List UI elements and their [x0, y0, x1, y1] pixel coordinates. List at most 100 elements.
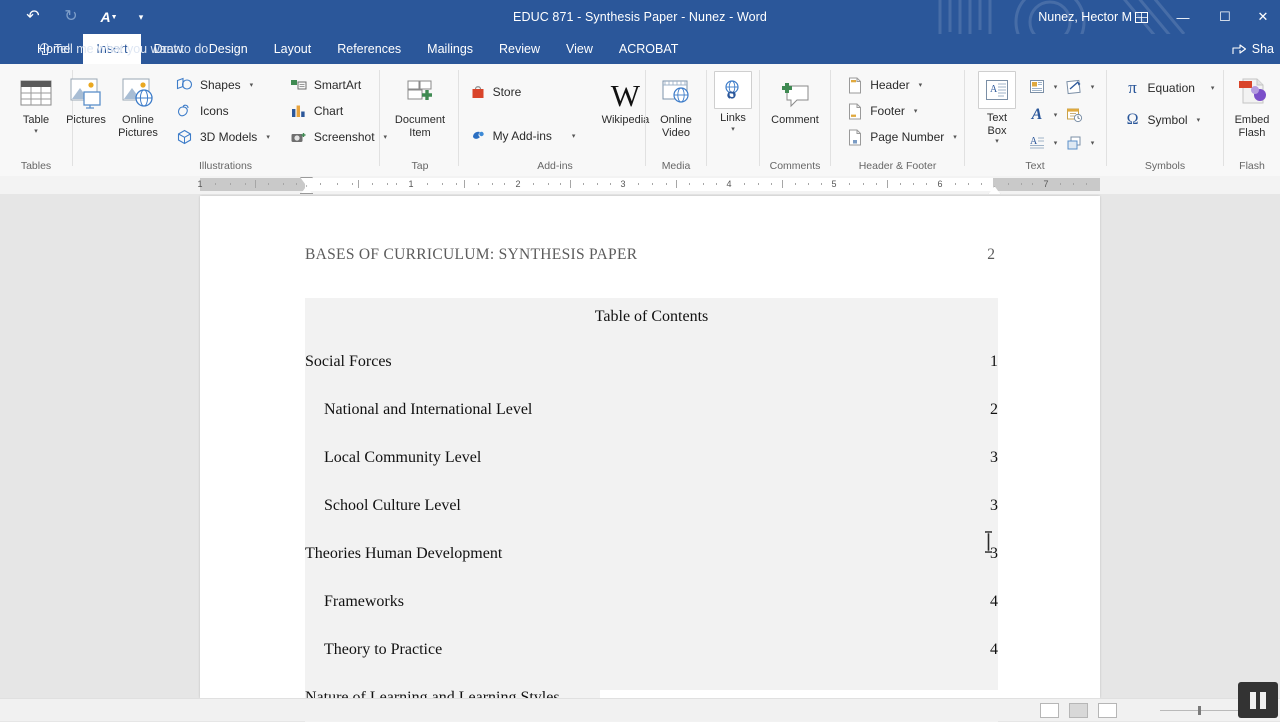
comment-button[interactable]: Comment	[762, 69, 828, 127]
store-button[interactable]: Store	[465, 79, 580, 105]
text-small-icons: ▾ ▾ A ▾ A ▾ ▾	[1024, 69, 1098, 156]
header-button[interactable]: Header ▾	[842, 72, 961, 98]
tab-layout[interactable]: Layout	[261, 34, 325, 64]
window-controls[interactable]: — ☐ ✕	[1120, 0, 1280, 34]
object-caret-icon[interactable]: ▾	[1087, 139, 1098, 147]
symbol-button[interactable]: Ω Symbol ▾	[1120, 107, 1219, 133]
read-mode-icon[interactable]	[1040, 702, 1059, 718]
toc-entry[interactable]: School Culture Level ...................…	[305, 482, 998, 530]
toc-entry[interactable]: Theories Human Development .............…	[305, 530, 998, 578]
wordart-caret-icon[interactable]: ▾	[1050, 111, 1061, 119]
ruler-tick	[396, 183, 397, 185]
text-box-caret-icon[interactable]: ▾	[995, 138, 999, 145]
symbol-caret-icon[interactable]: ▾	[1197, 116, 1201, 124]
table-caret-icon[interactable]: ▾	[34, 128, 38, 135]
page-number-button[interactable]: Page Number ▾	[842, 124, 961, 150]
my-addins-button[interactable]: My Add-ins ▾	[465, 123, 580, 149]
smartart-button[interactable]: SmartArt	[286, 72, 391, 98]
restore-icon[interactable]: ☐	[1204, 0, 1246, 34]
object-icon[interactable]	[1061, 131, 1087, 155]
zoom-slider[interactable]	[1160, 699, 1240, 721]
drop-cap-caret-icon[interactable]: ▾	[1050, 139, 1061, 147]
online-pictures-button[interactable]: Online Pictures	[112, 69, 164, 139]
toc-leader-dots: ........................................…	[502, 538, 990, 558]
tab-acrobat[interactable]: ACROBAT	[606, 34, 692, 64]
equation-button[interactable]: π Equation ▾	[1120, 75, 1219, 101]
3d-models-caret-icon[interactable]: ▾	[266, 133, 270, 141]
close-icon[interactable]: ✕	[1246, 0, 1280, 34]
tab-references[interactable]: References	[324, 34, 414, 64]
shapes-button[interactable]: Shapes ▾	[172, 72, 274, 98]
zoom-track[interactable]	[1160, 705, 1240, 715]
pictures-button[interactable]: Pictures	[60, 69, 112, 127]
view-buttons[interactable]	[1040, 699, 1117, 721]
toc-entry[interactable]: Theory to Practice .....................…	[305, 626, 998, 674]
embed-flash-button[interactable]: Embed Flash	[1225, 69, 1279, 139]
header-caret-icon[interactable]: ▾	[919, 81, 923, 89]
ribbon-display-options-icon[interactable]	[1120, 0, 1162, 34]
table-of-contents-field[interactable]: Table of Contents Social Forces ........…	[305, 298, 998, 722]
page-number-caret-icon[interactable]: ▾	[953, 133, 957, 141]
footer-caret-icon[interactable]: ▾	[914, 107, 918, 115]
quick-parts-caret-icon[interactable]: ▾	[1050, 83, 1061, 91]
ribbon-tabs[interactable]: Home Insert Draw Design Layout Reference…	[24, 34, 691, 64]
ruler-tick	[744, 183, 745, 185]
text-cursor-ibeam	[985, 531, 992, 553]
links-caret-icon[interactable]: ▾	[731, 126, 735, 133]
equation-caret-icon[interactable]: ▾	[1211, 84, 1215, 92]
wikipedia-icon: W	[610, 78, 641, 113]
signature-line-icon[interactable]	[1061, 75, 1087, 99]
share-button[interactable]: Sha	[1232, 34, 1274, 64]
drop-cap-icon[interactable]: A	[1024, 131, 1050, 155]
links-icon	[714, 71, 752, 109]
text-box-label: Text Box	[986, 112, 1008, 137]
tell-me-label: Tell me what you want to do	[54, 42, 209, 56]
ruler-tick-major	[358, 180, 359, 188]
ruler-tick	[245, 183, 246, 185]
3d-models-button[interactable]: 3D Models ▾	[172, 124, 274, 150]
tell-me-search[interactable]: Tell me what you want to do	[24, 34, 208, 64]
toc-entry[interactable]: Social Forces ..........................…	[305, 338, 998, 386]
group-label-tap: Tap	[411, 160, 429, 172]
icons-label: Icons	[199, 104, 229, 118]
my-addins-caret-icon[interactable]: ▾	[572, 132, 576, 140]
account-name[interactable]: Nunez, Hector M	[1038, 0, 1132, 34]
wordart-icon[interactable]: A	[1024, 103, 1050, 127]
zoom-handle[interactable]	[1198, 705, 1201, 715]
status-bar	[0, 698, 1280, 721]
toc-entry[interactable]: Frameworks .............................…	[305, 578, 998, 626]
quick-parts-icon[interactable]	[1024, 75, 1050, 99]
pause-button[interactable]	[1238, 682, 1278, 718]
tab-review[interactable]: Review	[486, 34, 553, 64]
signature-line-caret-icon[interactable]: ▾	[1087, 83, 1098, 91]
running-head-title: BASES OF CURRICULUM: SYNTHESIS PAPER	[305, 246, 638, 263]
footer-button[interactable]: Footer ▾	[842, 98, 961, 124]
tab-mailings[interactable]: Mailings	[414, 34, 486, 64]
group-label-illustrations: Illustrations	[198, 160, 253, 172]
ruler-tick	[337, 183, 338, 185]
links-button[interactable]: Links ▾	[709, 69, 757, 133]
ruler-tick	[652, 183, 653, 185]
chart-button[interactable]: Chart	[286, 98, 391, 124]
document-canvas[interactable]: BASES OF CURRICULUM: SYNTHESIS PAPER 2 T…	[0, 194, 1280, 722]
document-page[interactable]: BASES OF CURRICULUM: SYNTHESIS PAPER 2 T…	[200, 196, 1100, 722]
ruler-number: 4	[726, 179, 732, 189]
shapes-caret-icon[interactable]: ▾	[250, 81, 254, 89]
minimize-icon[interactable]: —	[1162, 0, 1204, 34]
embed-flash-label: Embed Flash	[1234, 114, 1270, 139]
print-layout-icon[interactable]	[1069, 702, 1088, 718]
toc-entry[interactable]: National and International Level .......…	[305, 386, 998, 434]
screenshot-button[interactable]: Screenshot ▾	[286, 124, 391, 150]
date-time-icon[interactable]	[1061, 103, 1087, 127]
ruler-tick	[597, 183, 598, 185]
toc-entry[interactable]: Local Community Level ..................…	[305, 434, 998, 482]
title-bar: ↶ ↻ A ▼ ▾ EDUC 871 - Synthesis Paper - Nu…	[0, 0, 1280, 34]
icons-button[interactable]: Icons	[172, 98, 274, 124]
toc-entry-label: School Culture Level	[324, 497, 461, 514]
table-button[interactable]: Table ▾	[7, 69, 65, 135]
horizontal-ruler[interactable]: 1 1 2 3 4 5 6 7	[0, 176, 1280, 200]
web-layout-icon[interactable]	[1098, 702, 1117, 718]
text-box-button[interactable]: A Text Box ▾	[976, 69, 1018, 145]
online-video-button[interactable]: Online Video	[648, 69, 704, 139]
tab-view[interactable]: View	[553, 34, 606, 64]
